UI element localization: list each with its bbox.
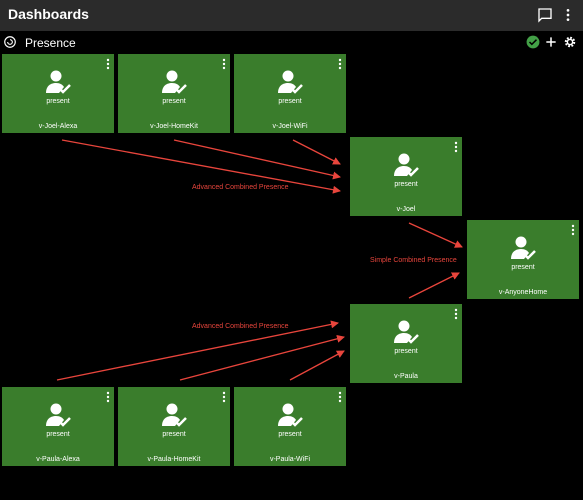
more-vertical-icon[interactable] — [221, 57, 227, 70]
more-vertical-icon[interactable] — [453, 140, 459, 153]
annotation-joel-combined: Advanced Combined Presence — [192, 184, 289, 191]
tile-state: present — [278, 98, 302, 105]
arrow-joel-anyone — [408, 222, 463, 248]
tile-name: v-Joel — [396, 206, 416, 213]
person-check-icon — [161, 69, 187, 95]
tile-state: present — [162, 98, 186, 105]
person-check-icon — [393, 152, 419, 178]
tile-state: present — [46, 98, 70, 105]
tile-name: v-Paula-HomeKit — [147, 456, 201, 463]
tile-v-paula[interactable]: present v-Paula — [350, 304, 462, 383]
more-vertical-icon[interactable] — [221, 390, 227, 403]
tile-state: present — [511, 264, 535, 271]
tile-v-anyonehome[interactable]: present v-AnyoneHome — [467, 220, 579, 299]
more-vertical-icon[interactable] — [570, 223, 576, 236]
person-check-icon — [510, 235, 536, 261]
annotation-simple-combined: Simple Combined Presence — [370, 257, 457, 264]
person-check-icon — [161, 402, 187, 428]
tile-name: v-Joel-HomeKit — [150, 123, 198, 130]
tile-state: present — [162, 431, 186, 438]
person-check-icon — [45, 69, 71, 95]
tile-v-joel[interactable]: present v-Joel — [350, 137, 462, 216]
more-vertical-icon[interactable] — [337, 57, 343, 70]
tile-state: present — [394, 348, 418, 355]
tile-v-paula-alexa[interactable]: present v-Paula-Alexa — [2, 387, 114, 466]
arrow-joel-wifi — [292, 139, 341, 165]
tile-v-joel-alexa[interactable]: present v-Joel-Alexa — [2, 54, 114, 133]
tile-v-paula-homekit[interactable]: present v-Paula-HomeKit — [118, 387, 230, 466]
tile-state: present — [394, 181, 418, 188]
person-check-icon — [393, 319, 419, 345]
arrow-paula-homekit — [179, 334, 345, 381]
tile-v-joel-homekit[interactable]: present v-Joel-HomeKit — [118, 54, 230, 133]
tile-name: v-Joel-Alexa — [38, 123, 78, 130]
annotation-paula-combined: Advanced Combined Presence — [192, 323, 289, 330]
tile-v-joel-wifi[interactable]: present v-Joel-WiFi — [234, 54, 346, 133]
more-vertical-icon[interactable] — [105, 390, 111, 403]
tile-state: present — [46, 431, 70, 438]
arrow-joel-homekit — [173, 139, 341, 180]
tile-state: present — [278, 431, 302, 438]
person-check-icon — [277, 69, 303, 95]
more-vertical-icon[interactable] — [105, 57, 111, 70]
tile-name: v-AnyoneHome — [498, 289, 548, 296]
tile-name: v-Paula — [394, 373, 418, 380]
arrow-paula-wifi — [289, 350, 345, 381]
tile-v-paula-wifi[interactable]: present v-Paula-WiFi — [234, 387, 346, 466]
tile-name: v-Paula-WiFi — [269, 456, 311, 463]
person-check-icon — [277, 402, 303, 428]
more-vertical-icon[interactable] — [453, 307, 459, 320]
arrow-paula-anyone — [408, 272, 460, 299]
more-vertical-icon[interactable] — [337, 390, 343, 403]
tile-name: v-Paula-Alexa — [36, 456, 80, 463]
person-check-icon — [45, 402, 71, 428]
arrow-paula-alexa — [56, 320, 339, 381]
tile-name: v-Joel-WiFi — [272, 123, 308, 130]
